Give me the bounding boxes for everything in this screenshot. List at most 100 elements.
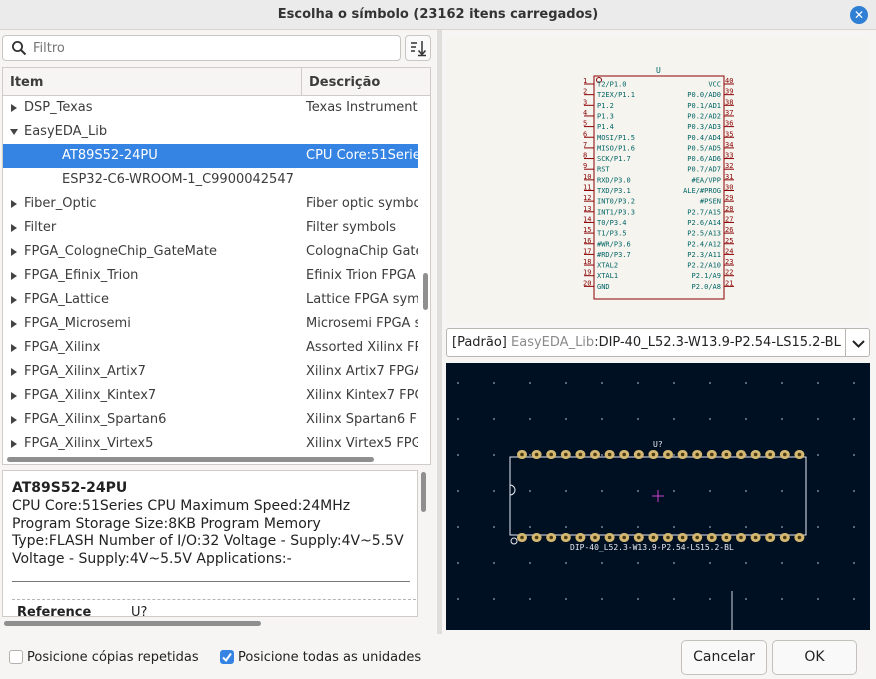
close-icon[interactable]: ✕ [850,6,868,24]
expand-arrow-right-icon[interactable] [9,271,19,281]
grid-dot [457,382,459,384]
grid-dot [493,382,495,384]
pin-number: 29 [725,194,733,202]
footprint-dropdown-button[interactable] [845,328,870,357]
grid-dot [601,598,603,600]
tree-row[interactable]: FPGA_Efinix_Trion Efinix Trion FPGA s [3,264,418,288]
grid-dot [529,382,531,384]
pin-number: 18 [583,258,591,266]
pin-number: 3 [583,98,587,106]
expand-arrow-right-icon[interactable] [9,223,19,233]
details-vertical-scrollbar[interactable] [421,472,426,512]
pin-name: P2.0/A8 [691,283,721,291]
tree-row[interactable]: FPGA_Xilinx_Artix7 Xilinx Artix7 FPGA [3,360,418,384]
pad-hole [607,535,612,540]
grid-dot [745,598,747,600]
expand-arrow-right-icon[interactable] [9,415,19,425]
pin-name: RXD/P3.0 [597,176,631,184]
tree-row-label: FPGA_Xilinx [24,340,101,355]
tree-row[interactable]: FPGA_CologneChip_GateMate ColognaChip Gat… [3,240,418,264]
tree-row[interactable]: Fiber_Optic Fiber optic symbols [3,192,418,216]
all-units-label[interactable]: Posicione todas as unidades [238,650,421,665]
details-description: CPU Core:51Series CPU Maximum Speed:24MH… [12,498,404,567]
pad-hole [549,452,553,457]
tree-row-label: EasyEDA_Lib [24,124,108,139]
symbol-reference: U [656,66,661,75]
grid-dot [853,382,855,384]
column-header-item[interactable]: Item [10,75,43,90]
chevron-down-icon [852,340,865,348]
grid-dot [673,418,675,420]
tree-row[interactable]: FPGA_Lattice Lattice FPGA symb [3,288,418,312]
repeat-copies-checkbox[interactable] [9,650,23,664]
pad-hole [651,535,656,540]
pin-number: 33 [725,152,733,160]
tree-vertical-scrollbar[interactable] [423,273,428,310]
grid-dot [601,454,603,456]
expand-arrow-right-icon[interactable] [9,247,19,257]
footprint-value: DIP-40_L52.3-W13.9-P2.54-LS15.2-BL [570,543,734,552]
search-input[interactable] [33,40,393,57]
expand-arrow-right-icon[interactable] [9,319,19,329]
details-panel: AT89S52-24PU CPU Core:51Series CPU Maxim… [2,470,418,617]
tree-row[interactable]: FPGA_Xilinx_Kintex7 Xilinx Kintex7 FPG [3,384,418,408]
grid-dot [745,490,747,492]
grid-dot [493,454,495,456]
pad-hole [783,535,787,540]
pin-name: #PSEN [700,198,721,206]
tree-row[interactable]: ESP32-C6-WROOM-1_C9900042547 [3,168,418,192]
details-horizontal-scrollbar[interactable] [4,621,261,626]
expand-arrow-right-icon[interactable] [9,295,19,305]
expand-arrow-right-icon[interactable] [9,367,19,377]
reference-value: U? [131,605,148,617]
pin-name: P2.7/A15 [687,208,721,216]
pin-name: INT1/P3.3 [597,208,635,216]
tree-row[interactable]: FPGA_Microsemi Microsemi FPGA sy [3,312,418,336]
tree-row[interactable]: DSP_Texas Texas Instruments [3,96,418,120]
expand-arrow-right-icon[interactable] [9,103,19,113]
pin-name: P2.3/A11 [687,251,721,259]
grid-dot [637,598,639,600]
expand-arrow-right-icon[interactable] [9,439,19,449]
repeat-copies-label[interactable]: Posicione cópias repetidas [27,650,199,665]
pane-splitter[interactable] [437,30,442,634]
grid-dot [601,562,603,564]
search-box[interactable] [2,35,401,61]
pin-name: P2.1/A9 [691,272,721,280]
pad-hole [578,535,583,540]
expand-arrow-down-icon[interactable] [9,127,19,137]
footprint-selector[interactable]: [Padrão] EasyEDA_Lib:DIP-40_L52.3-W13.9-… [446,328,846,357]
column-header-description[interactable]: Descrição [309,75,380,90]
tree-row[interactable]: FPGA_Xilinx_Spartan6 Xilinx Spartan6 FPG [3,408,418,432]
tree-row[interactable]: FPGA_Xilinx_Virtex5 Xilinx Virtex5 FPGA [3,432,418,456]
grid-dot [637,382,639,384]
tree-horizontal-scrollbar[interactable] [7,457,374,462]
pin-number: 19 [583,269,591,277]
pad-hole [637,535,641,540]
all-units-checkbox[interactable] [220,650,234,664]
grid-dot [853,562,855,564]
sort-icon [411,41,427,57]
tree-row-description: Xilinx Artix7 FPGA [306,364,418,379]
ok-button[interactable]: OK [772,640,857,675]
tree-row[interactable]: EasyEDA_Lib [3,120,418,144]
tree-row[interactable]: Filter Filter symbols [3,216,418,240]
grid-dot [709,418,711,420]
cancel-button[interactable]: Cancelar [681,640,767,675]
sort-button[interactable] [405,35,431,61]
tree-row[interactable]: FPGA_Xilinx Assorted Xilinx FPC [3,336,418,360]
expand-arrow-right-icon[interactable] [9,199,19,209]
symbol-tree[interactable]: Item Descrição DSP_Texas Texas Instrument… [2,67,431,465]
grid-dot [817,598,819,600]
tree-row-label: FPGA_Xilinx_Artix7 [24,364,146,379]
tree-row-label: DSP_Texas [24,100,93,115]
grid-dot [745,562,747,564]
grid-dot [457,490,459,492]
tree-row[interactable]: AT89S52-24PU CPU Core:51Series [3,144,418,168]
grid-dot [637,490,639,492]
pin-name: T2/P1.0 [597,81,627,89]
grid-dot [709,562,711,564]
tree-row-label: Filter [24,220,57,235]
expand-arrow-right-icon[interactable] [9,391,19,401]
expand-arrow-right-icon[interactable] [9,343,19,353]
